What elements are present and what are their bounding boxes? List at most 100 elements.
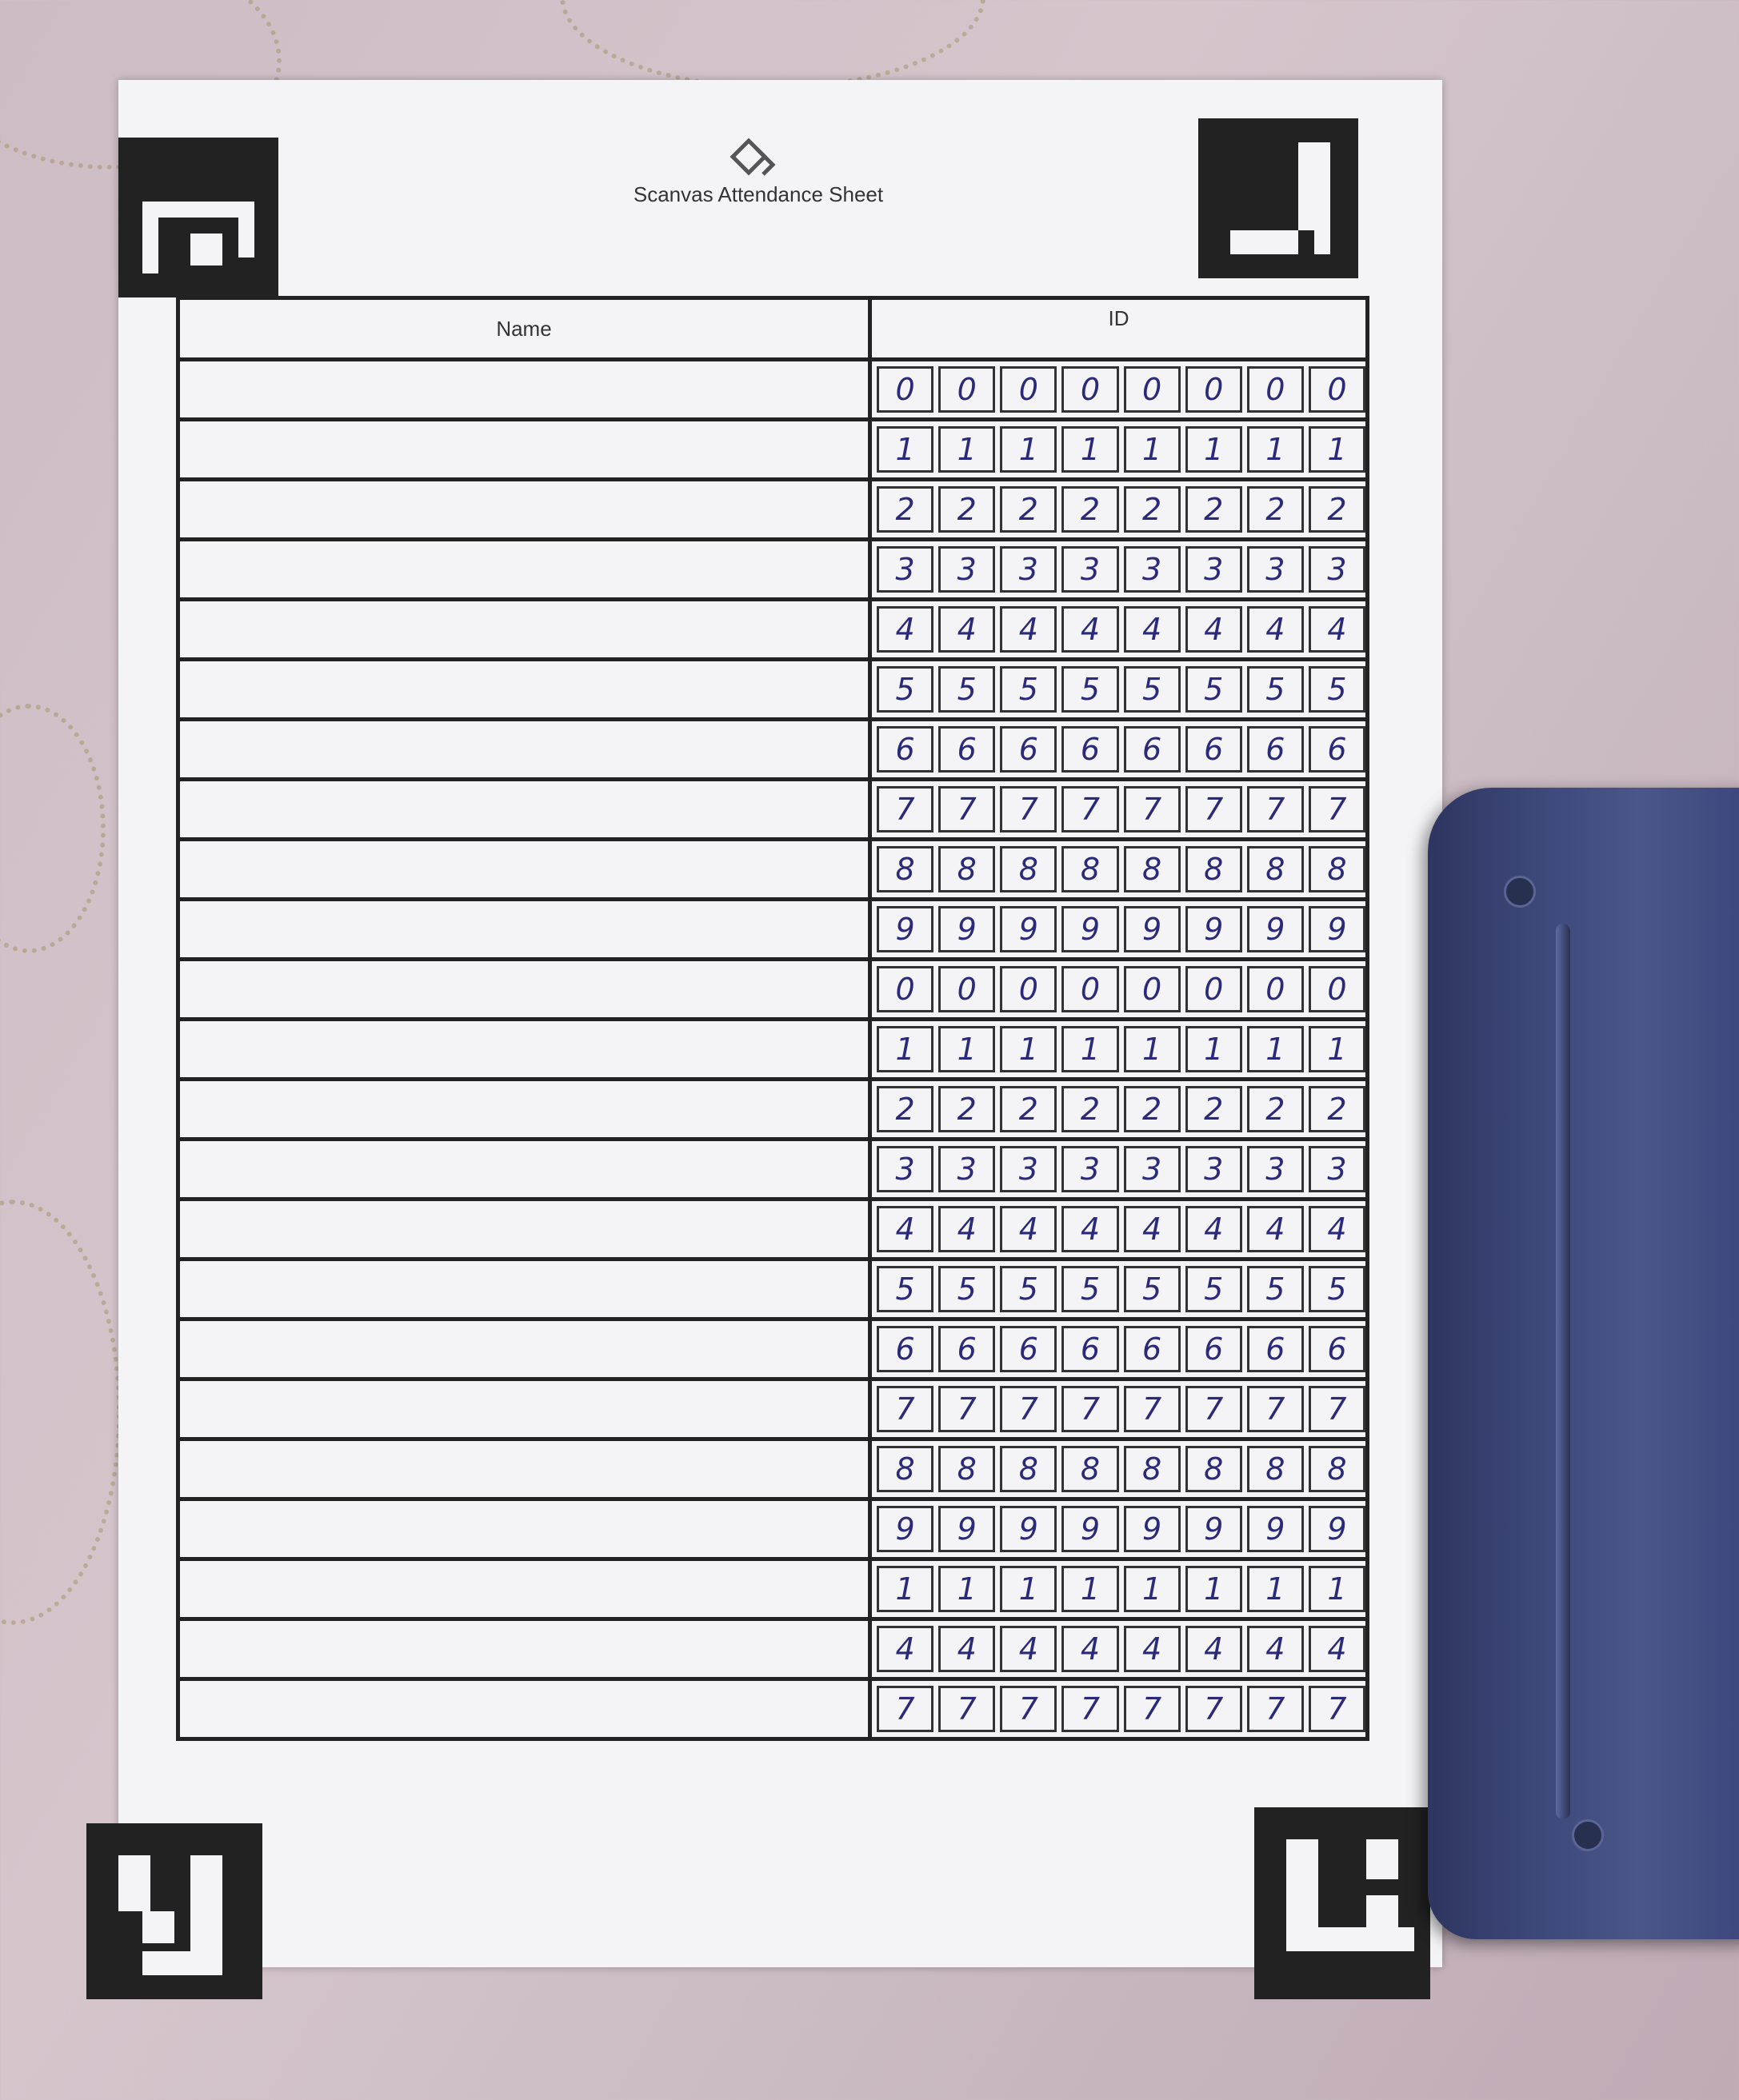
id-digit-box[interactable]: 1 (1123, 426, 1181, 473)
id-digit-box[interactable]: 3 (1061, 1146, 1119, 1192)
id-digit-box[interactable]: 8 (938, 846, 996, 892)
id-digit-box[interactable]: 4 (877, 1206, 934, 1252)
id-digit-box[interactable]: 9 (1185, 1506, 1242, 1552)
id-digit-box[interactable]: 3 (1000, 1146, 1057, 1192)
id-digit-box[interactable]: 8 (1185, 846, 1242, 892)
id-digit-box[interactable]: 5 (877, 666, 934, 713)
id-digit-box[interactable]: 9 (1246, 906, 1304, 952)
id-digit-box[interactable]: 7 (1061, 1386, 1119, 1432)
name-cell[interactable] (180, 481, 872, 537)
id-digit-box[interactable]: 7 (877, 786, 934, 832)
name-cell[interactable] (180, 421, 872, 477)
id-digit-box[interactable]: 4 (877, 1626, 934, 1672)
id-digit-box[interactable]: 7 (1246, 1686, 1304, 1732)
id-digit-box[interactable]: 8 (1308, 846, 1365, 892)
id-digit-box[interactable]: 7 (938, 786, 996, 832)
id-digit-box[interactable]: 9 (1246, 1506, 1304, 1552)
name-cell[interactable] (180, 1021, 872, 1077)
id-digit-box[interactable]: 4 (1308, 606, 1365, 653)
id-digit-box[interactable]: 3 (938, 1146, 996, 1192)
id-digit-box[interactable]: 7 (877, 1386, 934, 1432)
id-digit-box[interactable]: 1 (1000, 426, 1057, 473)
id-digit-box[interactable]: 7 (1185, 1386, 1242, 1432)
id-digit-box[interactable]: 8 (1000, 846, 1057, 892)
id-digit-box[interactable]: 0 (1000, 966, 1057, 1012)
id-digit-box[interactable]: 1 (1185, 1026, 1242, 1072)
id-digit-box[interactable]: 0 (938, 966, 996, 1012)
id-digit-box[interactable]: 3 (1000, 546, 1057, 593)
id-digit-box[interactable]: 7 (877, 1686, 934, 1732)
id-digit-box[interactable]: 1 (1185, 1566, 1242, 1612)
id-digit-box[interactable]: 9 (1061, 1506, 1119, 1552)
id-digit-box[interactable]: 7 (1000, 1386, 1057, 1432)
name-cell[interactable] (180, 1441, 872, 1497)
id-digit-box[interactable]: 0 (1123, 366, 1181, 413)
id-digit-box[interactable]: 2 (1123, 1086, 1181, 1132)
id-digit-box[interactable]: 3 (938, 546, 996, 593)
id-digit-box[interactable]: 4 (1185, 1206, 1242, 1252)
id-digit-box[interactable]: 3 (877, 1146, 934, 1192)
name-cell[interactable] (180, 901, 872, 957)
id-digit-box[interactable]: 2 (1000, 1086, 1057, 1132)
id-digit-box[interactable]: 4 (1185, 1626, 1242, 1672)
id-digit-box[interactable]: 1 (938, 1026, 996, 1072)
id-digit-box[interactable]: 6 (1185, 726, 1242, 773)
id-digit-box[interactable]: 0 (1061, 966, 1119, 1012)
id-digit-box[interactable]: 3 (1123, 1146, 1181, 1192)
name-cell[interactable] (180, 1261, 872, 1317)
id-digit-box[interactable]: 0 (1123, 966, 1181, 1012)
id-digit-box[interactable]: 6 (1246, 726, 1304, 773)
id-digit-box[interactable]: 1 (1123, 1026, 1181, 1072)
id-digit-box[interactable]: 7 (1061, 1686, 1119, 1732)
id-digit-box[interactable]: 1 (877, 426, 934, 473)
id-digit-box[interactable]: 2 (1123, 486, 1181, 533)
id-digit-box[interactable]: 7 (1185, 1686, 1242, 1732)
name-cell[interactable] (180, 1081, 872, 1137)
id-digit-box[interactable]: 0 (1308, 366, 1365, 413)
id-digit-box[interactable]: 9 (1185, 906, 1242, 952)
id-digit-box[interactable]: 5 (1246, 666, 1304, 713)
id-digit-box[interactable]: 2 (1308, 486, 1365, 533)
id-digit-box[interactable]: 1 (877, 1026, 934, 1072)
id-digit-box[interactable]: 8 (1123, 1446, 1181, 1492)
id-digit-box[interactable]: 1 (1246, 1566, 1304, 1612)
id-digit-box[interactable]: 1 (1123, 1566, 1181, 1612)
id-digit-box[interactable]: 4 (1246, 1626, 1304, 1672)
id-digit-box[interactable]: 4 (1185, 606, 1242, 653)
id-digit-box[interactable]: 0 (877, 966, 934, 1012)
id-digit-box[interactable]: 7 (938, 1686, 996, 1732)
id-digit-box[interactable]: 1 (1246, 426, 1304, 473)
id-digit-box[interactable]: 7 (1185, 786, 1242, 832)
id-digit-box[interactable]: 1 (1061, 426, 1119, 473)
id-digit-box[interactable]: 0 (1246, 366, 1304, 413)
id-digit-box[interactable]: 8 (1061, 846, 1119, 892)
id-digit-box[interactable]: 4 (1000, 1206, 1057, 1252)
id-digit-box[interactable]: 6 (1000, 1326, 1057, 1372)
id-digit-box[interactable]: 6 (1061, 1326, 1119, 1372)
id-digit-box[interactable]: 9 (1123, 906, 1181, 952)
id-digit-box[interactable]: 9 (1123, 1506, 1181, 1552)
id-digit-box[interactable]: 2 (1185, 486, 1242, 533)
name-cell[interactable] (180, 1381, 872, 1437)
id-digit-box[interactable]: 0 (1185, 966, 1242, 1012)
id-digit-box[interactable]: 6 (877, 1326, 934, 1372)
id-digit-box[interactable]: 9 (1000, 1506, 1057, 1552)
id-digit-box[interactable]: 8 (877, 1446, 934, 1492)
id-digit-box[interactable]: 1 (1308, 426, 1365, 473)
id-digit-box[interactable]: 3 (1308, 546, 1365, 593)
id-digit-box[interactable]: 1 (1308, 1566, 1365, 1612)
id-digit-box[interactable]: 2 (1000, 486, 1057, 533)
id-digit-box[interactable]: 2 (877, 486, 934, 533)
name-cell[interactable] (180, 1321, 872, 1377)
name-cell[interactable] (180, 1201, 872, 1257)
id-digit-box[interactable]: 8 (1061, 1446, 1119, 1492)
id-digit-box[interactable]: 6 (1308, 1326, 1365, 1372)
id-digit-box[interactable]: 3 (1246, 1146, 1304, 1192)
id-digit-box[interactable]: 1 (1000, 1566, 1057, 1612)
id-digit-box[interactable]: 4 (1123, 1206, 1181, 1252)
id-digit-box[interactable]: 2 (1061, 1086, 1119, 1132)
id-digit-box[interactable]: 3 (1308, 1146, 1365, 1192)
id-digit-box[interactable]: 5 (1185, 666, 1242, 713)
id-digit-box[interactable]: 4 (1246, 606, 1304, 653)
id-digit-box[interactable]: 4 (1308, 1206, 1365, 1252)
